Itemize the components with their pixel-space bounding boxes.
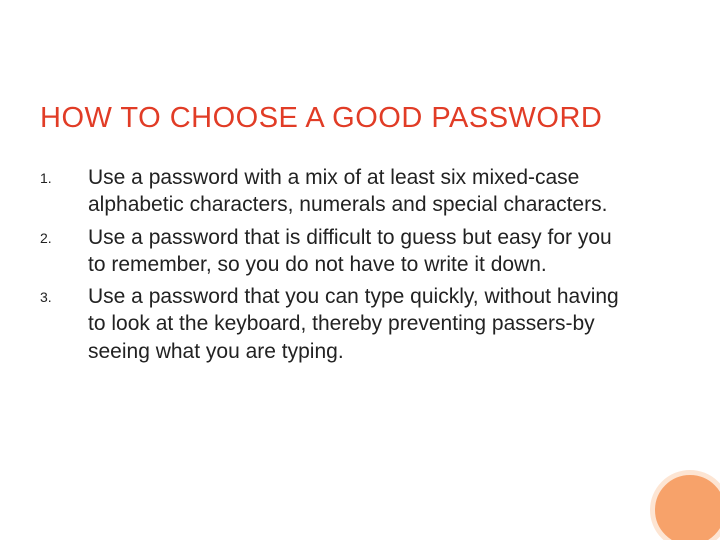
list-number: 1. [40, 164, 88, 186]
list-text: Use a password that is difficult to gues… [88, 224, 620, 279]
list-number: 3. [40, 283, 88, 305]
list-text: Use a password with a mix of at least si… [88, 164, 620, 219]
list-item: 2. Use a password that is difficult to g… [40, 224, 620, 279]
list-item: 1. Use a password with a mix of at least… [40, 164, 620, 219]
decorative-circle-icon [650, 470, 720, 540]
slide-title: HOW TO CHOOSE A GOOD PASSWORD [40, 102, 602, 135]
list-item: 3. Use a password that you can type quic… [40, 283, 620, 365]
list-number: 2. [40, 224, 88, 246]
password-tips-list: 1. Use a password with a mix of at least… [40, 164, 620, 370]
list-text: Use a password that you can type quickly… [88, 283, 620, 365]
slide: HOW TO CHOOSE A GOOD PASSWORD 1. Use a p… [0, 0, 720, 540]
